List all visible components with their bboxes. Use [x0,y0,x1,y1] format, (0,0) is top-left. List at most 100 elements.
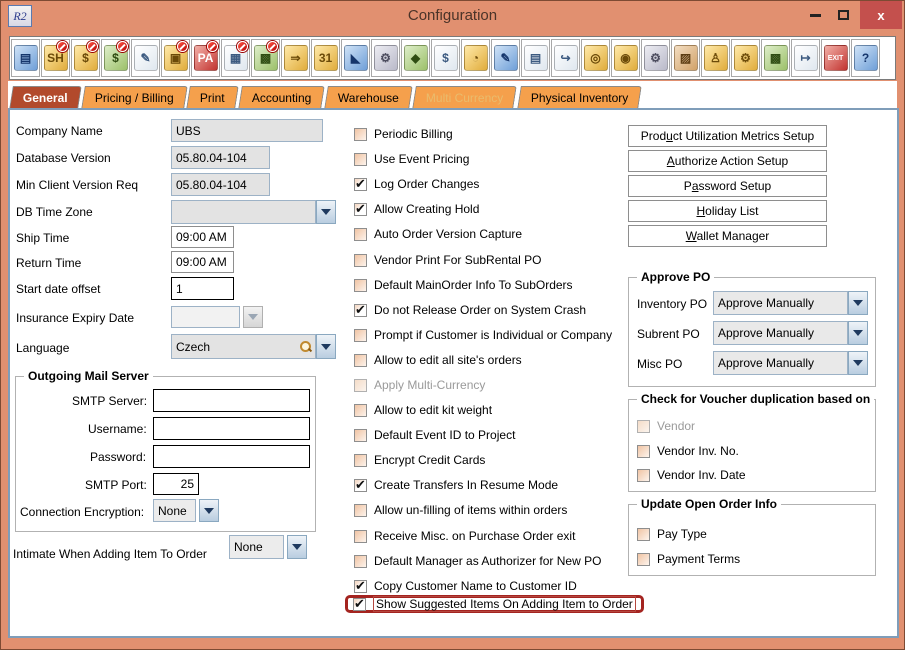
minimize-button[interactable] [800,1,830,29]
inventory-po-value[interactable]: Approve Manually [713,291,848,315]
holiday-list-button[interactable]: Holiday List [628,200,827,222]
toolbar-document-cube-button[interactable]: ▤ [521,39,550,77]
toolbar-document-export-button[interactable]: ↦ [791,39,820,77]
checkbox-row[interactable]: Receive Misc. on Purchase Order exit [354,527,575,545]
chevron-down-icon[interactable] [287,535,307,559]
chevron-down-icon[interactable] [316,334,336,359]
checkbox[interactable] [637,553,650,566]
toolbar-coins-button[interactable]: $ [71,39,100,77]
intimate-value[interactable]: None [229,535,284,559]
checkbox-row[interactable]: Periodic Billing [354,125,453,143]
checkbox-row[interactable]: Allow un-filling of items within orders [354,501,567,519]
misc-po-dropdown[interactable]: Approve Manually [713,351,868,375]
maximize-button[interactable] [828,1,858,29]
toolbar-ruler-button[interactable]: ◣ [341,39,370,77]
authorize-action-setup-button[interactable]: Authorize Action Setup [628,150,827,172]
toolbar-folder-gear-button[interactable]: ⚙ [731,39,760,77]
insurance-expiry-dropdown[interactable] [171,306,263,328]
smtp-port-field[interactable]: 25 [153,473,199,495]
checkbox[interactable] [637,445,650,458]
checkbox[interactable] [637,528,650,541]
checkbox[interactable] [353,598,366,611]
checkbox[interactable] [354,530,367,543]
toolbar-shield-user-button[interactable]: ◉ [611,39,640,77]
ship-time-field[interactable]: 09:00 AM [171,226,234,248]
checkbox[interactable] [354,178,367,191]
chevron-down-icon[interactable] [848,351,868,375]
toolbar-schedule-button[interactable]: ▦ [221,39,250,77]
misc-po-value[interactable]: Approve Manually [713,351,848,375]
checkbox-row[interactable]: Prompt if Customer is Individual or Comp… [354,326,612,344]
search-icon[interactable] [300,341,311,352]
toolbar-shield-search-button[interactable]: ◎ [581,39,610,77]
insurance-expiry-value[interactable] [171,306,240,328]
toolbar-price-tag-button[interactable]: $ [431,39,460,77]
checkbox-row[interactable]: Allow Creating Hold [354,200,479,218]
company-name-field[interactable]: UBS [171,119,323,142]
toolbar-edit-button[interactable]: ✎ [131,39,160,77]
checkbox-row[interactable]: Encrypt Credit Cards [354,451,485,469]
smtp-server-field[interactable] [153,389,310,412]
start-date-offset-field[interactable]: 1 [171,277,234,300]
chevron-down-icon[interactable] [199,499,219,522]
toolbar-lock-button[interactable]: ⇒ [281,39,310,77]
toolbar-user-statue-button[interactable]: ♙ [701,39,730,77]
checkbox[interactable] [354,454,367,467]
wallet-manager-button[interactable]: Wallet Manager [628,225,827,247]
checkbox-row[interactable]: Auto Order Version Capture [354,225,522,243]
inventory-po-dropdown[interactable]: Approve Manually [713,291,868,315]
checkbox-row[interactable]: Vendor Inv. Date [637,466,746,484]
checkbox[interactable] [354,329,367,342]
tab-accounting[interactable]: Accounting [238,86,325,109]
toolbar-document-forward-button[interactable]: ↪ [551,39,580,77]
checkbox-row[interactable]: Use Event Pricing [354,150,469,168]
tab-print[interactable]: Print [187,86,239,109]
checkbox-row[interactable]: Default Manager as Authorizer for New PO [354,552,601,570]
close-button[interactable]: x [860,1,902,29]
toolbar-calendar-button[interactable]: 31 [311,39,340,77]
toolbar-invoice-button[interactable]: $ [101,39,130,77]
toolbar-payment-button[interactable]: PA [191,39,220,77]
toolbar-shipping-button[interactable]: SH [41,39,70,77]
checkbox[interactable] [354,203,367,216]
checkbox[interactable] [354,304,367,317]
checkbox[interactable] [354,479,367,492]
toolbar-scanner-button[interactable]: ⚙ [641,39,670,77]
toolbar-gears-button[interactable]: ⚙ [371,39,400,77]
title-bar[interactable]: R2 Configuration x [1,1,904,31]
checkbox-row[interactable]: Allow to edit all site's orders [354,351,522,369]
toolbar-calculator-button[interactable]: ▩ [251,39,280,77]
checkbox-row[interactable]: Pay Type [637,525,707,543]
toolbar-cubes-button[interactable]: ◆ [401,39,430,77]
intimate-dropdown[interactable]: None [229,535,307,559]
checkbox-row[interactable]: Default Event ID to Project [354,426,515,444]
toolbar-window-edit-button[interactable]: ✎ [491,39,520,77]
checkbox[interactable] [637,469,650,482]
toolbar-save-button[interactable]: ▤ [11,39,40,77]
toolbar-help-button[interactable]: ? [851,39,880,77]
chevron-down-icon[interactable] [848,321,868,345]
toolbar-calculator-gear-button[interactable]: ▩ [761,39,790,77]
username-field[interactable] [153,417,310,440]
checkbox[interactable] [354,404,367,417]
language-dropdown[interactable]: Czech [171,334,336,359]
checkbox-row[interactable]: Default MainOrder Info To SubOrders [354,276,573,294]
subrent-po-value[interactable]: Approve Manually [713,321,848,345]
checkbox-row[interactable]: Create Transfers In Resume Mode [354,476,558,494]
highlighted-checkbox-row[interactable]: Show Suggested Items On Adding Item to O… [345,595,644,613]
password-setup-button[interactable]: Password Setup [628,175,827,197]
checkbox-row[interactable]: Do not Release Order on System Crash [354,301,586,319]
checkbox-row[interactable]: Copy Customer Name to Customer ID [354,577,577,595]
return-time-field[interactable]: 09:00 AM [171,251,234,273]
tab-physical-inventory[interactable]: Physical Inventory [517,86,642,109]
subrent-po-dropdown[interactable]: Approve Manually [713,321,868,345]
db-time-zone-dropdown[interactable] [171,200,336,224]
chevron-down-icon[interactable] [316,200,336,224]
checkbox-row[interactable]: Allow to edit kit weight [354,401,492,419]
toolbar-folder-documents-button[interactable]: ▨ [671,39,700,77]
checkbox-row[interactable]: Log Order Changes [354,175,479,193]
tab-pricing-billing[interactable]: Pricing / Billing [81,86,187,109]
checkbox[interactable] [354,555,367,568]
tab-warehouse[interactable]: Warehouse [325,86,414,109]
connection-encryption-value[interactable]: None [153,499,196,522]
